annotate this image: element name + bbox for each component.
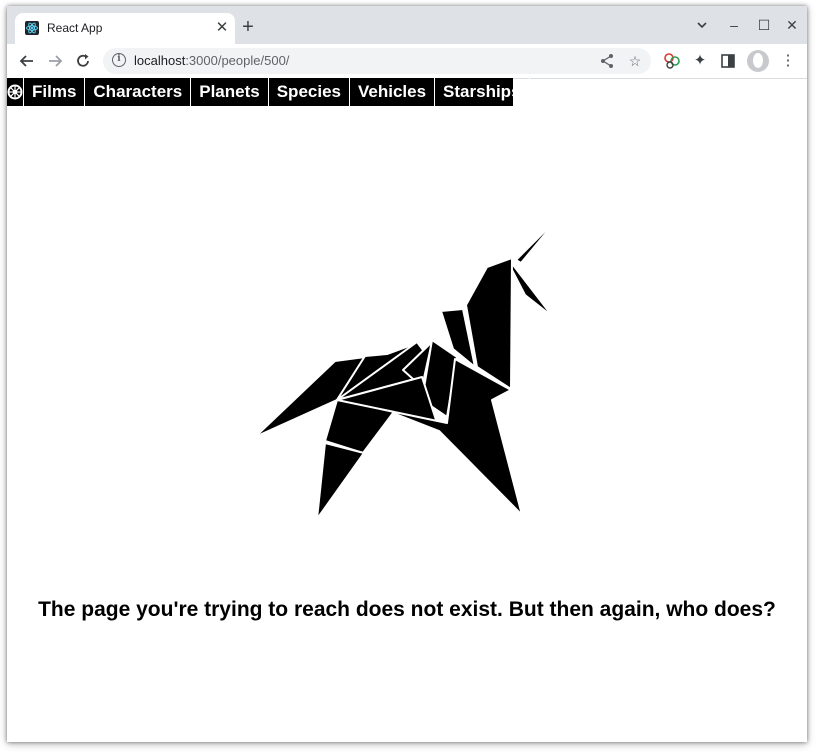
nav-item-films[interactable]: Films: [24, 78, 86, 106]
tab-close-icon[interactable]: ✕: [213, 19, 231, 37]
url-text: localhost:3000/people/500/: [134, 53, 289, 68]
nav-item-vehicles[interactable]: Vehicles: [350, 78, 436, 106]
bookmark-star-icon[interactable]: ☆: [625, 51, 645, 71]
empire-logo-icon[interactable]: [7, 78, 24, 106]
nav-item-starships[interactable]: Starships: [435, 78, 530, 106]
new-tab-button[interactable]: +: [238, 17, 258, 37]
site-info-icon[interactable]: i: [112, 53, 126, 67]
site-navbar: Films Characters Planets Species Vehicle…: [7, 78, 530, 106]
url-host: localhost: [134, 53, 186, 68]
browser-toolbar: i localhost:3000/people/500/ ☆ ✦ ⋮: [7, 44, 807, 79]
back-arrow-icon[interactable]: [15, 50, 39, 72]
page-content: The page you're trying to reach does not…: [7, 107, 807, 742]
browser-tab[interactable]: React App ✕: [15, 13, 235, 44]
tab-title: React App: [47, 21, 103, 35]
address-bar[interactable]: i localhost:3000/people/500/ ☆: [103, 48, 651, 74]
url-path: :3000/people/500/: [185, 53, 290, 68]
nav-item-characters[interactable]: Characters: [85, 78, 192, 106]
not-found-message: The page you're trying to reach does not…: [38, 598, 776, 621]
extension-react-devtools-icon[interactable]: [661, 50, 683, 72]
maximize-button[interactable]: ☐: [755, 16, 773, 34]
tab-search-icon[interactable]: [693, 16, 711, 34]
browser-window: React App ✕ + – ☐ ✕ i localhost:3000/peo…: [7, 6, 807, 742]
profile-avatar-icon[interactable]: [747, 50, 769, 72]
nav-item-species[interactable]: Species: [269, 78, 350, 106]
menu-kebab-icon[interactable]: ⋮: [777, 50, 799, 72]
forward-arrow-icon[interactable]: [43, 50, 67, 72]
reload-icon[interactable]: [71, 50, 95, 72]
origami-unicorn-icon: [254, 215, 561, 520]
side-panel-icon[interactable]: [717, 50, 739, 72]
extensions-puzzle-icon[interactable]: ✦: [689, 50, 711, 72]
share-icon[interactable]: [597, 51, 617, 71]
react-logo-icon: [25, 21, 39, 35]
nav-item-planets[interactable]: Planets: [191, 78, 269, 106]
close-window-button[interactable]: ✕: [783, 16, 801, 34]
minimize-button[interactable]: –: [725, 16, 743, 34]
title-bar: React App ✕ + – ☐ ✕: [7, 6, 807, 44]
